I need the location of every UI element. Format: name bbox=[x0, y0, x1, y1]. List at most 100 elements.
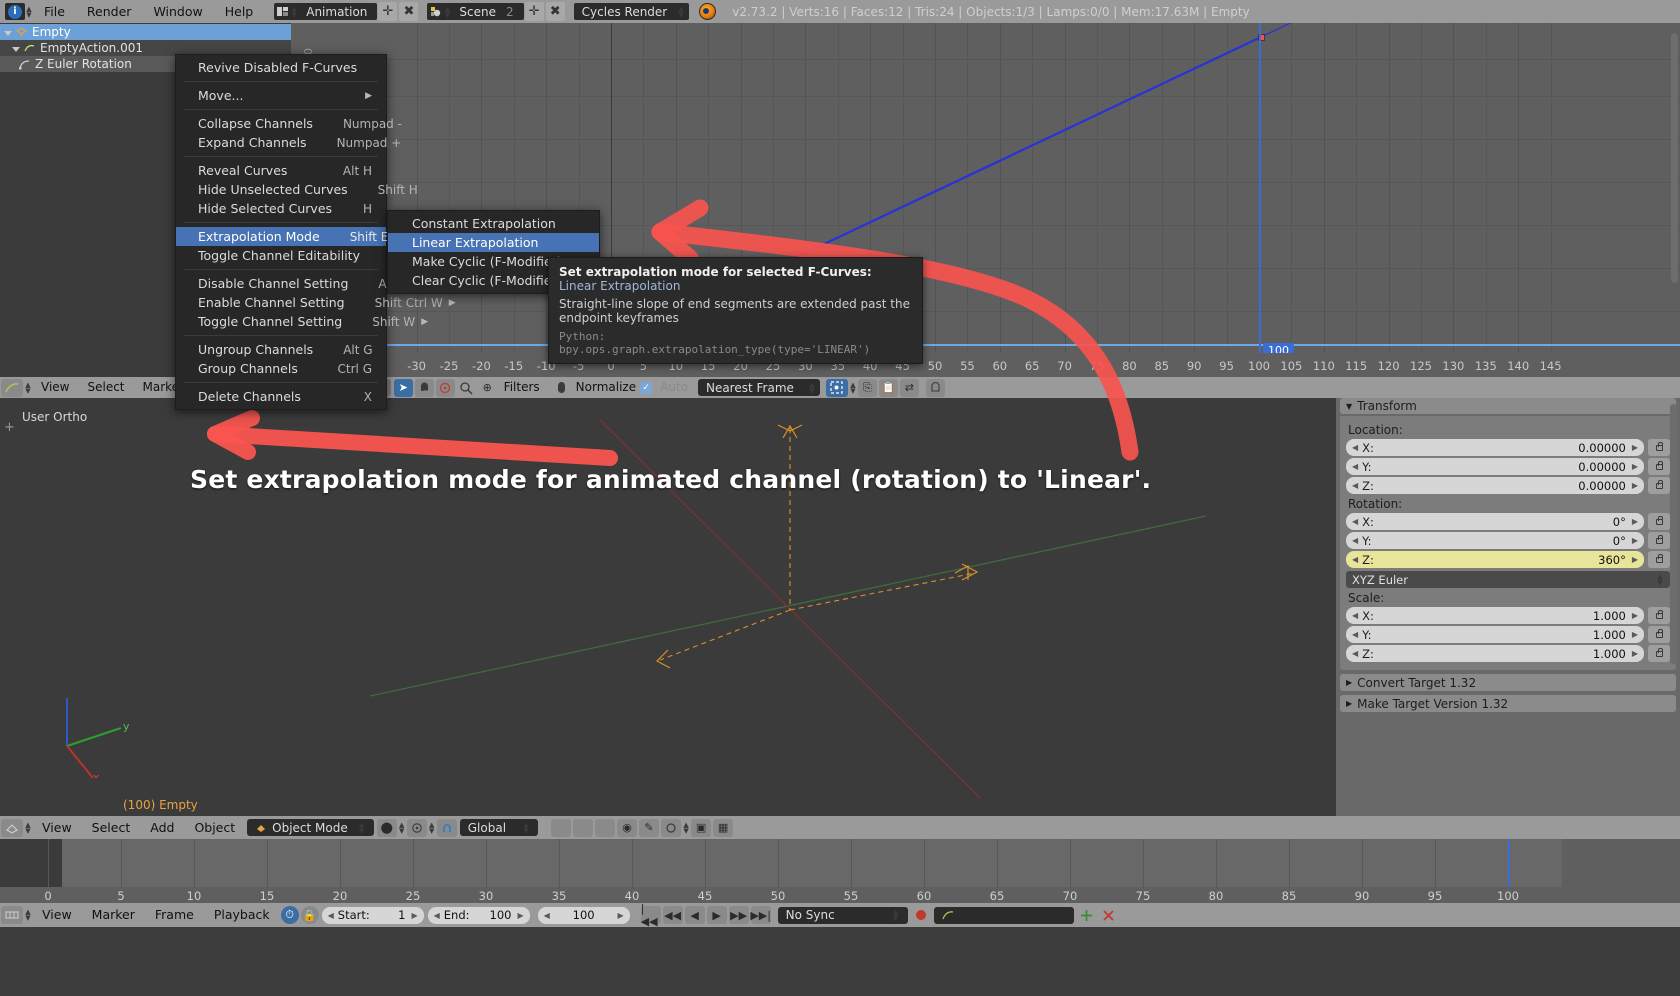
ghost-icon[interactable] bbox=[925, 378, 945, 397]
viewport-shading-solid-icon[interactable]: ⬤ bbox=[376, 818, 397, 837]
channel-row-empty[interactable]: Empty bbox=[0, 24, 291, 40]
add-keying-set-icon[interactable] bbox=[1077, 906, 1097, 924]
proportional-edit-icon[interactable] bbox=[457, 379, 476, 397]
texture-paint-icon[interactable]: ✎ bbox=[639, 818, 660, 837]
auto-snap-icon[interactable] bbox=[825, 378, 848, 397]
menu-item-hide-selected-curves[interactable]: Hide Selected Curves H bbox=[176, 199, 386, 218]
shading-arrows-icon[interactable]: ▲ ▼ bbox=[398, 819, 406, 836]
start-frame-field[interactable]: ◀ Start: 1 ▶ bbox=[321, 906, 424, 924]
graph-vscrollbar[interactable] bbox=[1671, 33, 1678, 283]
pivot-arrows-icon[interactable]: ▲ ▼ bbox=[428, 819, 436, 836]
scene-selector[interactable]: ▲ ▼ Scene 2 bbox=[427, 3, 524, 20]
blender-menu-icon[interactable]: i bbox=[5, 3, 25, 20]
increment-icon[interactable]: ▶ bbox=[1632, 555, 1638, 564]
menu-item-extrapolation-mode[interactable]: Extrapolation ModeShift E▶ bbox=[176, 227, 401, 246]
delete-scene-button[interactable]: ✖ bbox=[545, 2, 565, 21]
jump-to-end-icon[interactable]: ▶▶| bbox=[750, 906, 771, 924]
decrement-icon[interactable]: ◀ bbox=[1352, 517, 1358, 526]
view3d-menu-add[interactable]: Add bbox=[140, 816, 184, 839]
submenu-item-constant-extrapolation[interactable]: Constant Extrapolation bbox=[388, 214, 599, 233]
scale-z-lock[interactable] bbox=[1648, 645, 1670, 662]
menu-item-hide-unselected-curves[interactable]: Hide Unselected Curves Shift H bbox=[176, 180, 418, 199]
convert-target-panel[interactable]: ▶ Convert Target 1.32 bbox=[1340, 674, 1676, 691]
graph-canvas[interactable]: 100 bbox=[291, 23, 1680, 377]
channel-context-menu[interactable]: Revive Disabled F-Curves Move... ▶ Collapse… bbox=[175, 54, 456, 410]
rotation-y-lock[interactable] bbox=[1648, 532, 1670, 549]
location-x-field[interactable]: ◀ X: 0.00000 ▶ bbox=[1346, 439, 1644, 456]
view3d-menu-object[interactable]: Object bbox=[184, 816, 245, 839]
auto-label[interactable]: Auto bbox=[656, 377, 692, 398]
scale-z-field[interactable]: ◀ Z: 1.000 ▶ bbox=[1346, 645, 1644, 662]
sync-mode-selector[interactable]: No Sync ▲ ▼ bbox=[777, 906, 908, 924]
rotation-mode-arrows-icon[interactable]: ▲ ▼ bbox=[1656, 571, 1664, 588]
location-x-lock[interactable] bbox=[1648, 439, 1670, 456]
decrement-icon[interactable]: ◀ bbox=[1352, 443, 1358, 452]
add-filter-icon[interactable]: ⊕ bbox=[478, 379, 497, 397]
submenu-item-linear-extrapolation[interactable]: Linear Extrapolation bbox=[388, 233, 599, 252]
expand-triangle-icon[interactable] bbox=[4, 30, 12, 36]
increment-icon[interactable]: ▶ bbox=[1632, 462, 1638, 471]
menu-item-ungroup-channels[interactable]: Ungroup Channels Alt G bbox=[176, 340, 386, 359]
increment-icon[interactable]: ▶ bbox=[1632, 443, 1638, 452]
lock-time-icon[interactable]: 🔒 bbox=[300, 906, 319, 924]
location-y-lock[interactable] bbox=[1648, 458, 1670, 475]
view3d-editor-arrows-icon[interactable]: ▲ ▼ bbox=[24, 819, 32, 836]
decrement-icon[interactable]: ◀ bbox=[1352, 611, 1358, 620]
make-target-panel[interactable]: ▶ Make Target Version 1.32 bbox=[1340, 695, 1676, 712]
menu-item-collapse-channels[interactable]: Collapse Channels Numpad - bbox=[176, 114, 402, 133]
mode-arrows-icon[interactable]: ▲ ▼ bbox=[358, 819, 366, 836]
copy-keyframes-icon[interactable]: ⎘ bbox=[857, 378, 877, 397]
paste-flipped-icon[interactable]: ⇄ bbox=[899, 378, 919, 397]
proportional-edit-view-icon[interactable] bbox=[661, 818, 682, 837]
decrement-icon[interactable]: ◀ bbox=[1352, 630, 1358, 639]
menu-item-move[interactable]: Move... ▶ bbox=[176, 86, 386, 105]
view3d-menu-select[interactable]: Select bbox=[82, 816, 141, 839]
menu-item-reveal-curves[interactable]: Reveal Curves Alt H bbox=[176, 161, 386, 180]
menu-item-expand-channels[interactable]: Expand Channels Numpad + bbox=[176, 133, 401, 152]
rotation-z-lock[interactable] bbox=[1648, 551, 1670, 568]
pivot-point-icon[interactable] bbox=[406, 818, 427, 837]
rotation-mode-dropdown[interactable]: XYZ Euler ▲ ▼ bbox=[1346, 571, 1670, 588]
snap-arrows-icon[interactable]: ▲ ▼ bbox=[808, 379, 816, 396]
decrement-icon[interactable]: ◀ bbox=[1352, 555, 1358, 564]
cursor-select-tool-icon[interactable]: ➤ bbox=[393, 378, 413, 397]
paste-keyframes-icon[interactable]: 📋 bbox=[878, 378, 898, 397]
decrement-icon[interactable]: ◀ bbox=[434, 911, 440, 920]
menu-item-toggle-channel-editability[interactable]: Toggle Channel EditabilityTab bbox=[176, 246, 410, 265]
sync-arrows-icon[interactable]: ▲ ▼ bbox=[892, 907, 900, 924]
scale-x-field[interactable]: ◀ X: 1.000 ▶ bbox=[1346, 607, 1644, 624]
delete-layout-button[interactable]: ✖ bbox=[399, 2, 419, 21]
scale-y-field[interactable]: ◀ Y: 1.000 ▶ bbox=[1346, 626, 1644, 643]
timeline-playhead[interactable] bbox=[1508, 839, 1510, 887]
scale-y-lock[interactable] bbox=[1648, 626, 1670, 643]
location-y-field[interactable]: ◀ Y: 0.00000 ▶ bbox=[1346, 458, 1644, 475]
current-frame-field[interactable]: ◀ 100 ▶ bbox=[537, 906, 630, 924]
add-layout-button[interactable]: ✛ bbox=[378, 2, 398, 21]
layout-arrows-icon[interactable]: ▲ ▼ bbox=[290, 3, 298, 20]
layer-button-2[interactable] bbox=[573, 818, 594, 837]
use-preview-range-icon[interactable]: ⏱ bbox=[280, 906, 299, 924]
decrement-icon[interactable]: ◀ bbox=[1352, 649, 1358, 658]
normalize-label[interactable]: Normalize bbox=[572, 377, 640, 398]
auto-checkbox[interactable]: ✓ bbox=[640, 381, 653, 394]
render-preview-icon[interactable]: ◉ bbox=[617, 818, 638, 837]
decrement-icon[interactable]: ◀ bbox=[544, 911, 550, 920]
increment-icon[interactable]: ▶ bbox=[1632, 649, 1638, 658]
increment-icon[interactable]: ▶ bbox=[1632, 611, 1638, 620]
timeline-editor-arrows-icon[interactable]: ▲ ▼ bbox=[24, 907, 32, 924]
pivot-center-icon[interactable] bbox=[435, 378, 455, 397]
menu-file[interactable]: File bbox=[33, 0, 76, 23]
decrement-icon[interactable]: ◀ bbox=[1352, 481, 1358, 490]
keying-set-field[interactable] bbox=[933, 906, 1074, 924]
decrement-icon[interactable]: ◀ bbox=[1352, 536, 1358, 545]
timeline-menu-marker[interactable]: Marker bbox=[82, 903, 145, 927]
orientation-arrows-icon[interactable]: ▲ ▼ bbox=[522, 819, 530, 836]
editor-type-view3d-icon[interactable] bbox=[1, 818, 23, 837]
menu-window[interactable]: Window bbox=[142, 0, 213, 23]
filters-label[interactable]: Filters bbox=[498, 377, 546, 398]
layer-button-3[interactable] bbox=[595, 818, 616, 837]
layer-button-1[interactable] bbox=[551, 818, 572, 837]
menu-item-revive-disabled-f-curves[interactable]: Revive Disabled F-Curves bbox=[176, 58, 386, 77]
decrement-icon[interactable]: ◀ bbox=[328, 911, 334, 920]
increment-icon[interactable]: ▶ bbox=[617, 911, 623, 920]
